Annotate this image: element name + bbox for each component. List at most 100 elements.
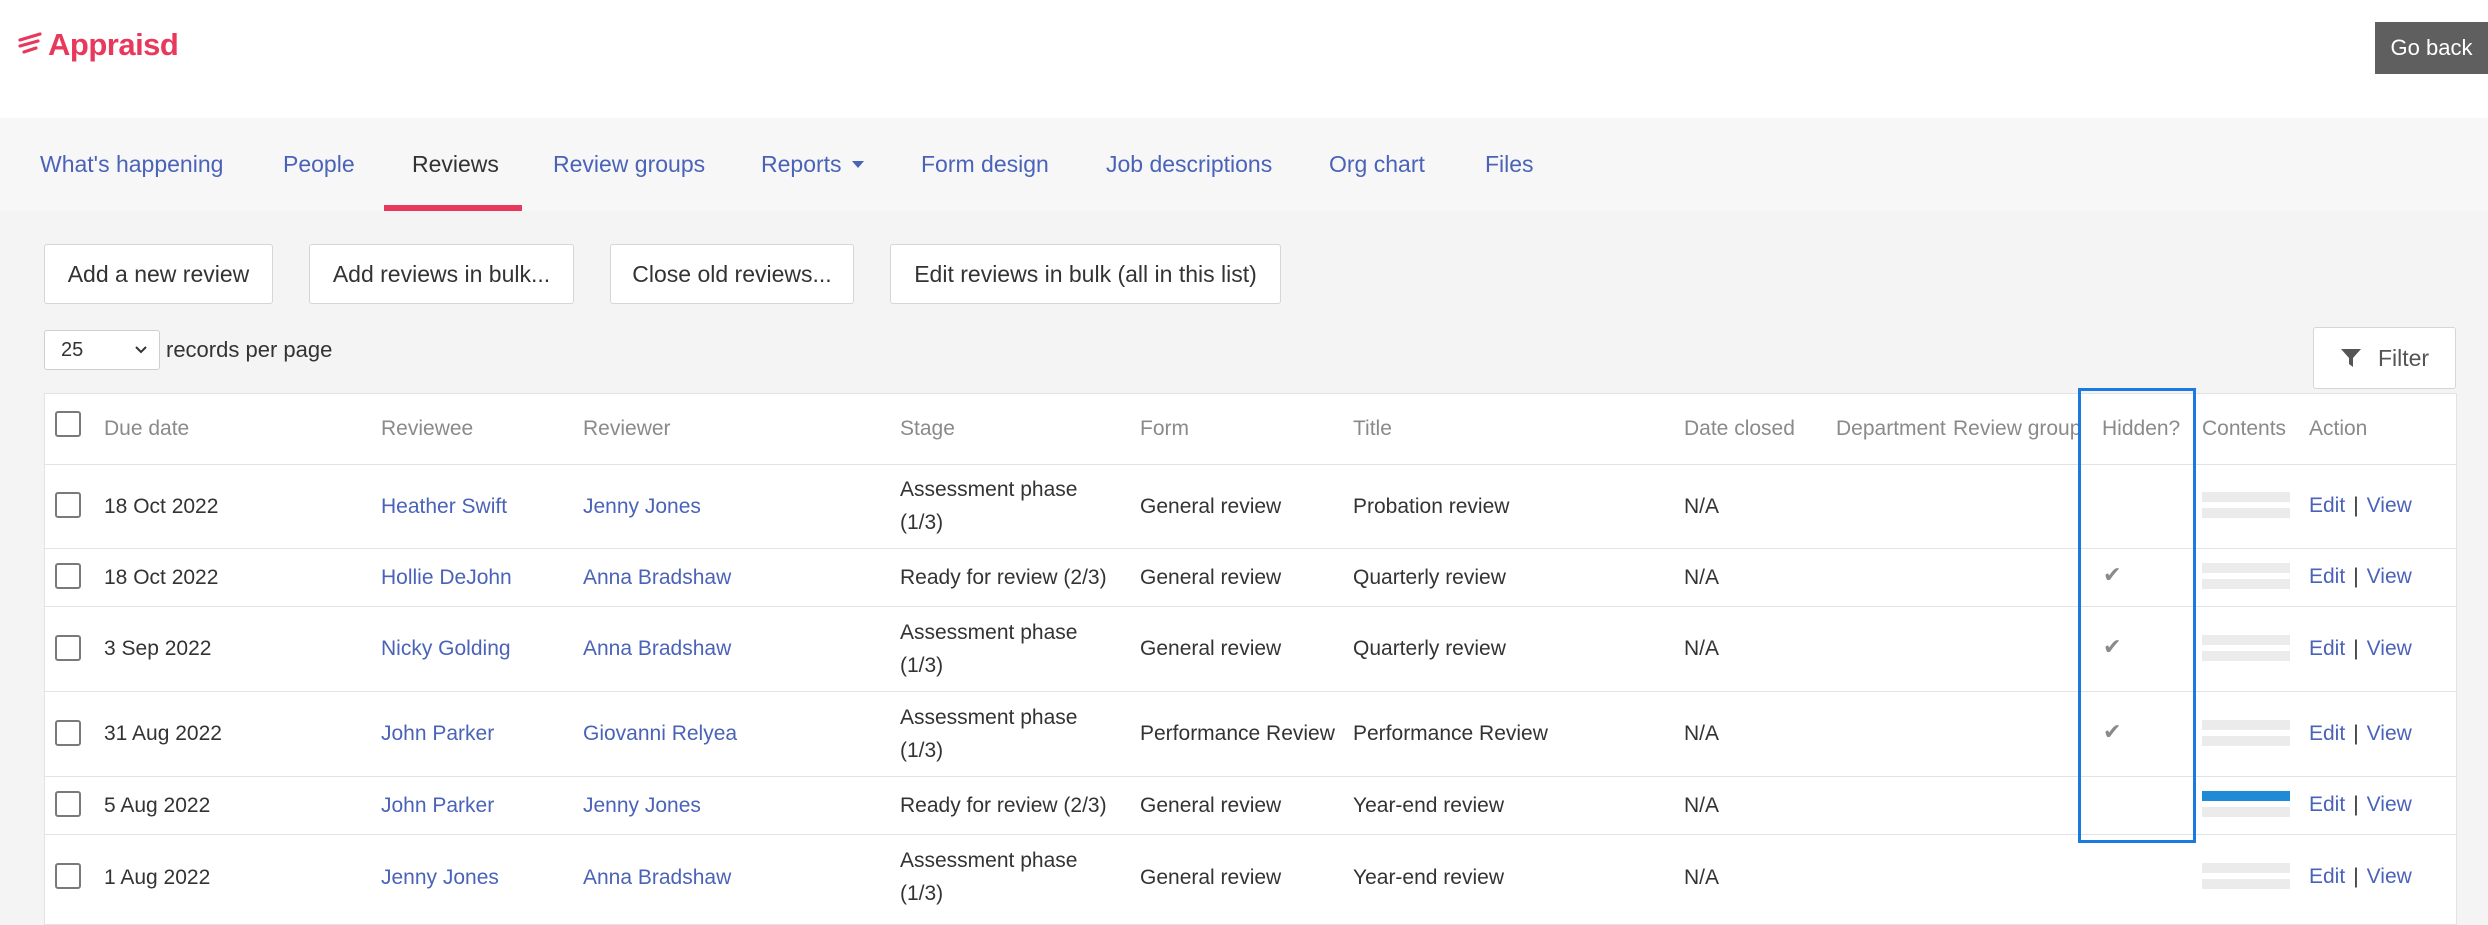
go-back-button[interactable]: Go back (2375, 22, 2488, 74)
edit-link[interactable]: Edit (2309, 494, 2345, 518)
reviewee-link[interactable]: Hollie DeJohn (381, 548, 571, 606)
edit-link[interactable]: Edit (2309, 865, 2345, 889)
nav-job-descriptions[interactable]: Job descriptions (1106, 118, 1272, 211)
header-stage[interactable]: Stage (900, 393, 955, 465)
close-old-reviews-button[interactable]: Close old reviews... (610, 244, 854, 304)
action-separator: | (2353, 721, 2359, 745)
row-select-checkbox[interactable] (55, 719, 81, 746)
view-link[interactable]: View (2367, 565, 2412, 589)
view-link[interactable]: View (2367, 793, 2412, 817)
filter-label: Filter (2377, 344, 2430, 371)
contents-progress-bar (2202, 579, 2290, 589)
records-per-page-label: records per page (166, 337, 333, 362)
header-reviewee[interactable]: Reviewee (381, 393, 473, 465)
contents-progress-bar (2202, 650, 2290, 661)
form-cell: General review (1140, 565, 1282, 589)
row-select-checkbox[interactable] (55, 563, 81, 589)
reviewer-link[interactable]: Jenny Jones (583, 776, 883, 834)
top-bar: Appraisd Go back (0, 0, 2488, 118)
contents-progress-bar (2202, 735, 2290, 746)
date-closed-cell: N/A (1684, 637, 1720, 660)
header-title[interactable]: Title (1353, 393, 1392, 465)
title-cell: Quarterly review (1353, 565, 1506, 589)
reviewee-link[interactable]: Heather Swift (381, 464, 571, 548)
nav-files[interactable]: Files (1485, 118, 1534, 211)
contents-progress-bar (2202, 563, 2290, 573)
records-per-page-select[interactable]: 25 (44, 330, 160, 370)
date-closed-cell: N/A (1684, 865, 1720, 889)
action-separator: | (2353, 494, 2359, 517)
title-cell: Performance Review (1353, 722, 1548, 745)
row-actions: Edit | View (2309, 548, 2412, 606)
stage-cell: Assessment phase (1/3) (900, 705, 1078, 762)
nav-people[interactable]: People (283, 118, 355, 211)
nav-form-design[interactable]: Form design (921, 118, 1049, 211)
filter-button[interactable]: Filter (2313, 327, 2456, 389)
appraisd-logo[interactable]: Appraisd (18, 20, 179, 70)
nav-reports[interactable]: Reports (761, 118, 864, 211)
row-select-checkbox[interactable] (55, 492, 81, 518)
reviewer-link[interactable]: Anna Bradshaw (583, 606, 883, 691)
due-date-cell: 18 Oct 2022 (104, 565, 219, 589)
nav-review-groups[interactable]: Review groups (553, 118, 705, 211)
header-reviewer[interactable]: Reviewer (583, 393, 671, 465)
contents-progress-bar (2202, 634, 2290, 645)
row-select-checkbox[interactable] (55, 863, 81, 889)
reviewee-link[interactable]: John Parker (381, 691, 571, 776)
edit-link[interactable]: Edit (2309, 793, 2345, 817)
action-separator: | (2353, 636, 2359, 660)
header-contents: Contents (2202, 417, 2287, 440)
select-all-checkbox[interactable] (55, 411, 81, 437)
header-form[interactable]: Form (1140, 393, 1189, 465)
contents-progress-bar (2202, 863, 2290, 873)
header-due-date[interactable]: Due date (104, 393, 189, 465)
filter-icon (2340, 349, 2361, 367)
contents-progress-bar (2202, 492, 2290, 502)
add-new-review-button[interactable]: Add a new review (44, 244, 273, 304)
reviewee-link[interactable]: John Parker (381, 776, 571, 834)
view-link[interactable]: View (2367, 722, 2412, 746)
title-cell: Probation review (1353, 494, 1510, 518)
chevron-down-icon (135, 346, 147, 354)
edit-reviews-bulk-button[interactable]: Edit reviews in bulk (all in this list) (890, 244, 1281, 304)
reviewee-link[interactable]: Nicky Golding (381, 606, 571, 691)
date-closed-cell: N/A (1684, 565, 1720, 589)
nav-whats-happening[interactable]: What's happening (40, 118, 223, 211)
stage-cell: Ready for review (2/3) (900, 565, 1107, 589)
header-date-closed[interactable]: Date closed (1684, 393, 1795, 465)
add-reviews-bulk-button[interactable]: Add reviews in bulk... (309, 244, 574, 304)
view-link[interactable]: View (2367, 865, 2412, 889)
hidden-column-highlight (2078, 388, 2196, 843)
due-date-cell: 1 Aug 2022 (104, 865, 211, 889)
title-cell: Year-end review (1353, 793, 1504, 817)
action-separator: | (2353, 865, 2359, 888)
reviewer-link[interactable]: Anna Bradshaw (583, 834, 883, 920)
header-review-group[interactable]: Review group (1953, 393, 2078, 465)
reviewee-link[interactable]: Jenny Jones (381, 834, 571, 920)
records-per-page-value: 25 (61, 338, 84, 361)
contents-progress-bar (2202, 791, 2290, 801)
row-select-checkbox[interactable] (55, 634, 81, 661)
edit-link[interactable]: Edit (2309, 637, 2345, 661)
form-cell: General review (1140, 637, 1282, 660)
view-link[interactable]: View (2367, 494, 2412, 518)
nav-reviews[interactable]: Reviews (412, 118, 499, 211)
row-actions: Edit | View (2309, 606, 2412, 691)
form-cell: General review (1140, 793, 1282, 817)
due-date-cell: 5 Aug 2022 (104, 793, 211, 817)
view-link[interactable]: View (2367, 637, 2412, 661)
row-actions: Edit | View (2309, 691, 2412, 776)
contents-progress-bar (2202, 807, 2290, 817)
date-closed-cell: N/A (1684, 722, 1720, 745)
reviewer-link[interactable]: Jenny Jones (583, 464, 883, 548)
header-department[interactable]: Department (1836, 393, 1946, 465)
row-select-checkbox[interactable] (55, 791, 81, 817)
edit-link[interactable]: Edit (2309, 565, 2345, 589)
reviewer-link[interactable]: Giovanni Relyea (583, 691, 883, 776)
header-action: Action (2309, 417, 2368, 440)
edit-link[interactable]: Edit (2309, 722, 2345, 746)
form-cell: Performance Review (1140, 722, 1335, 745)
logo-wings-icon (18, 32, 42, 54)
nav-org-chart[interactable]: Org chart (1329, 118, 1425, 211)
reviewer-link[interactable]: Anna Bradshaw (583, 548, 883, 606)
